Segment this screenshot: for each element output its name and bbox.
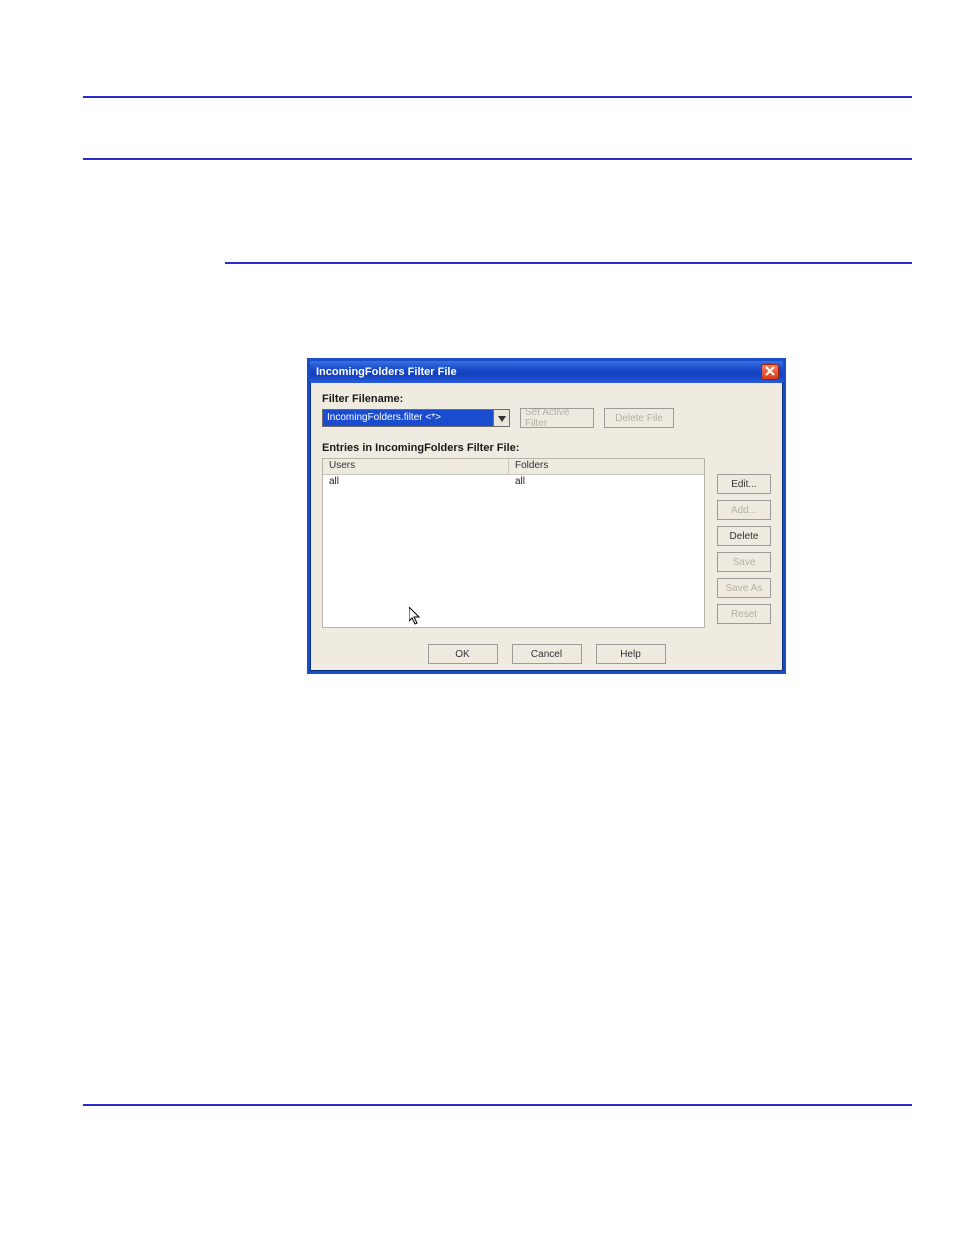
filter-filename-combo[interactable]: IncomingFolders.filter <*> bbox=[322, 409, 510, 427]
page: IncomingFolders Filter File Filter Filen… bbox=[0, 0, 954, 1235]
close-icon bbox=[765, 366, 775, 379]
help-button[interactable]: Help bbox=[596, 644, 666, 664]
save-as-button[interactable]: Save As bbox=[717, 578, 771, 598]
delete-file-button[interactable]: Delete File bbox=[604, 408, 674, 428]
table-row[interactable]: all all bbox=[323, 475, 704, 488]
entries-label: Entries in IncomingFolders Filter File: bbox=[322, 442, 771, 454]
combo-dropdown-button[interactable] bbox=[493, 410, 509, 426]
horizontal-rule bbox=[83, 96, 912, 98]
cancel-button[interactable]: Cancel bbox=[512, 644, 582, 664]
cell-users: all bbox=[323, 475, 509, 488]
column-header-users[interactable]: Users bbox=[323, 459, 509, 474]
ok-button[interactable]: OK bbox=[428, 644, 498, 664]
add-button[interactable]: Add... bbox=[717, 500, 771, 520]
horizontal-rule bbox=[225, 262, 912, 264]
save-button[interactable]: Save bbox=[717, 552, 771, 572]
side-button-column: Edit... Add... Delete Save Save As Reset bbox=[717, 458, 771, 628]
filter-filename-label: Filter Filename: bbox=[322, 393, 771, 405]
filter-filename-row: IncomingFolders.filter <*> Set Active Fi… bbox=[322, 408, 771, 428]
reset-button[interactable]: Reset bbox=[717, 604, 771, 624]
delete-button[interactable]: Delete bbox=[717, 526, 771, 546]
cursor-icon bbox=[409, 607, 421, 625]
column-header-folders[interactable]: Folders bbox=[509, 459, 704, 474]
entries-area: Users Folders all all Edit... Add... Del… bbox=[322, 458, 771, 628]
cell-folders: all bbox=[509, 475, 704, 488]
chevron-down-icon bbox=[498, 409, 506, 427]
title-bar[interactable]: IncomingFolders Filter File bbox=[310, 361, 783, 383]
window-title: IncomingFolders Filter File bbox=[316, 366, 761, 378]
filter-file-dialog: IncomingFolders Filter File Filter Filen… bbox=[307, 358, 786, 674]
edit-button[interactable]: Edit... bbox=[717, 474, 771, 494]
filter-filename-value: IncomingFolders.filter <*> bbox=[323, 410, 493, 426]
horizontal-rule bbox=[83, 1104, 912, 1106]
list-header: Users Folders bbox=[323, 459, 704, 475]
entries-list[interactable]: Users Folders all all bbox=[322, 458, 705, 628]
dialog-bottom-buttons: OK Cancel Help bbox=[322, 644, 771, 664]
close-button[interactable] bbox=[761, 364, 779, 380]
dialog-client-area: Filter Filename: IncomingFolders.filter … bbox=[310, 383, 783, 671]
horizontal-rule bbox=[83, 158, 912, 160]
set-active-filter-button[interactable]: Set Active Filter bbox=[520, 408, 594, 428]
